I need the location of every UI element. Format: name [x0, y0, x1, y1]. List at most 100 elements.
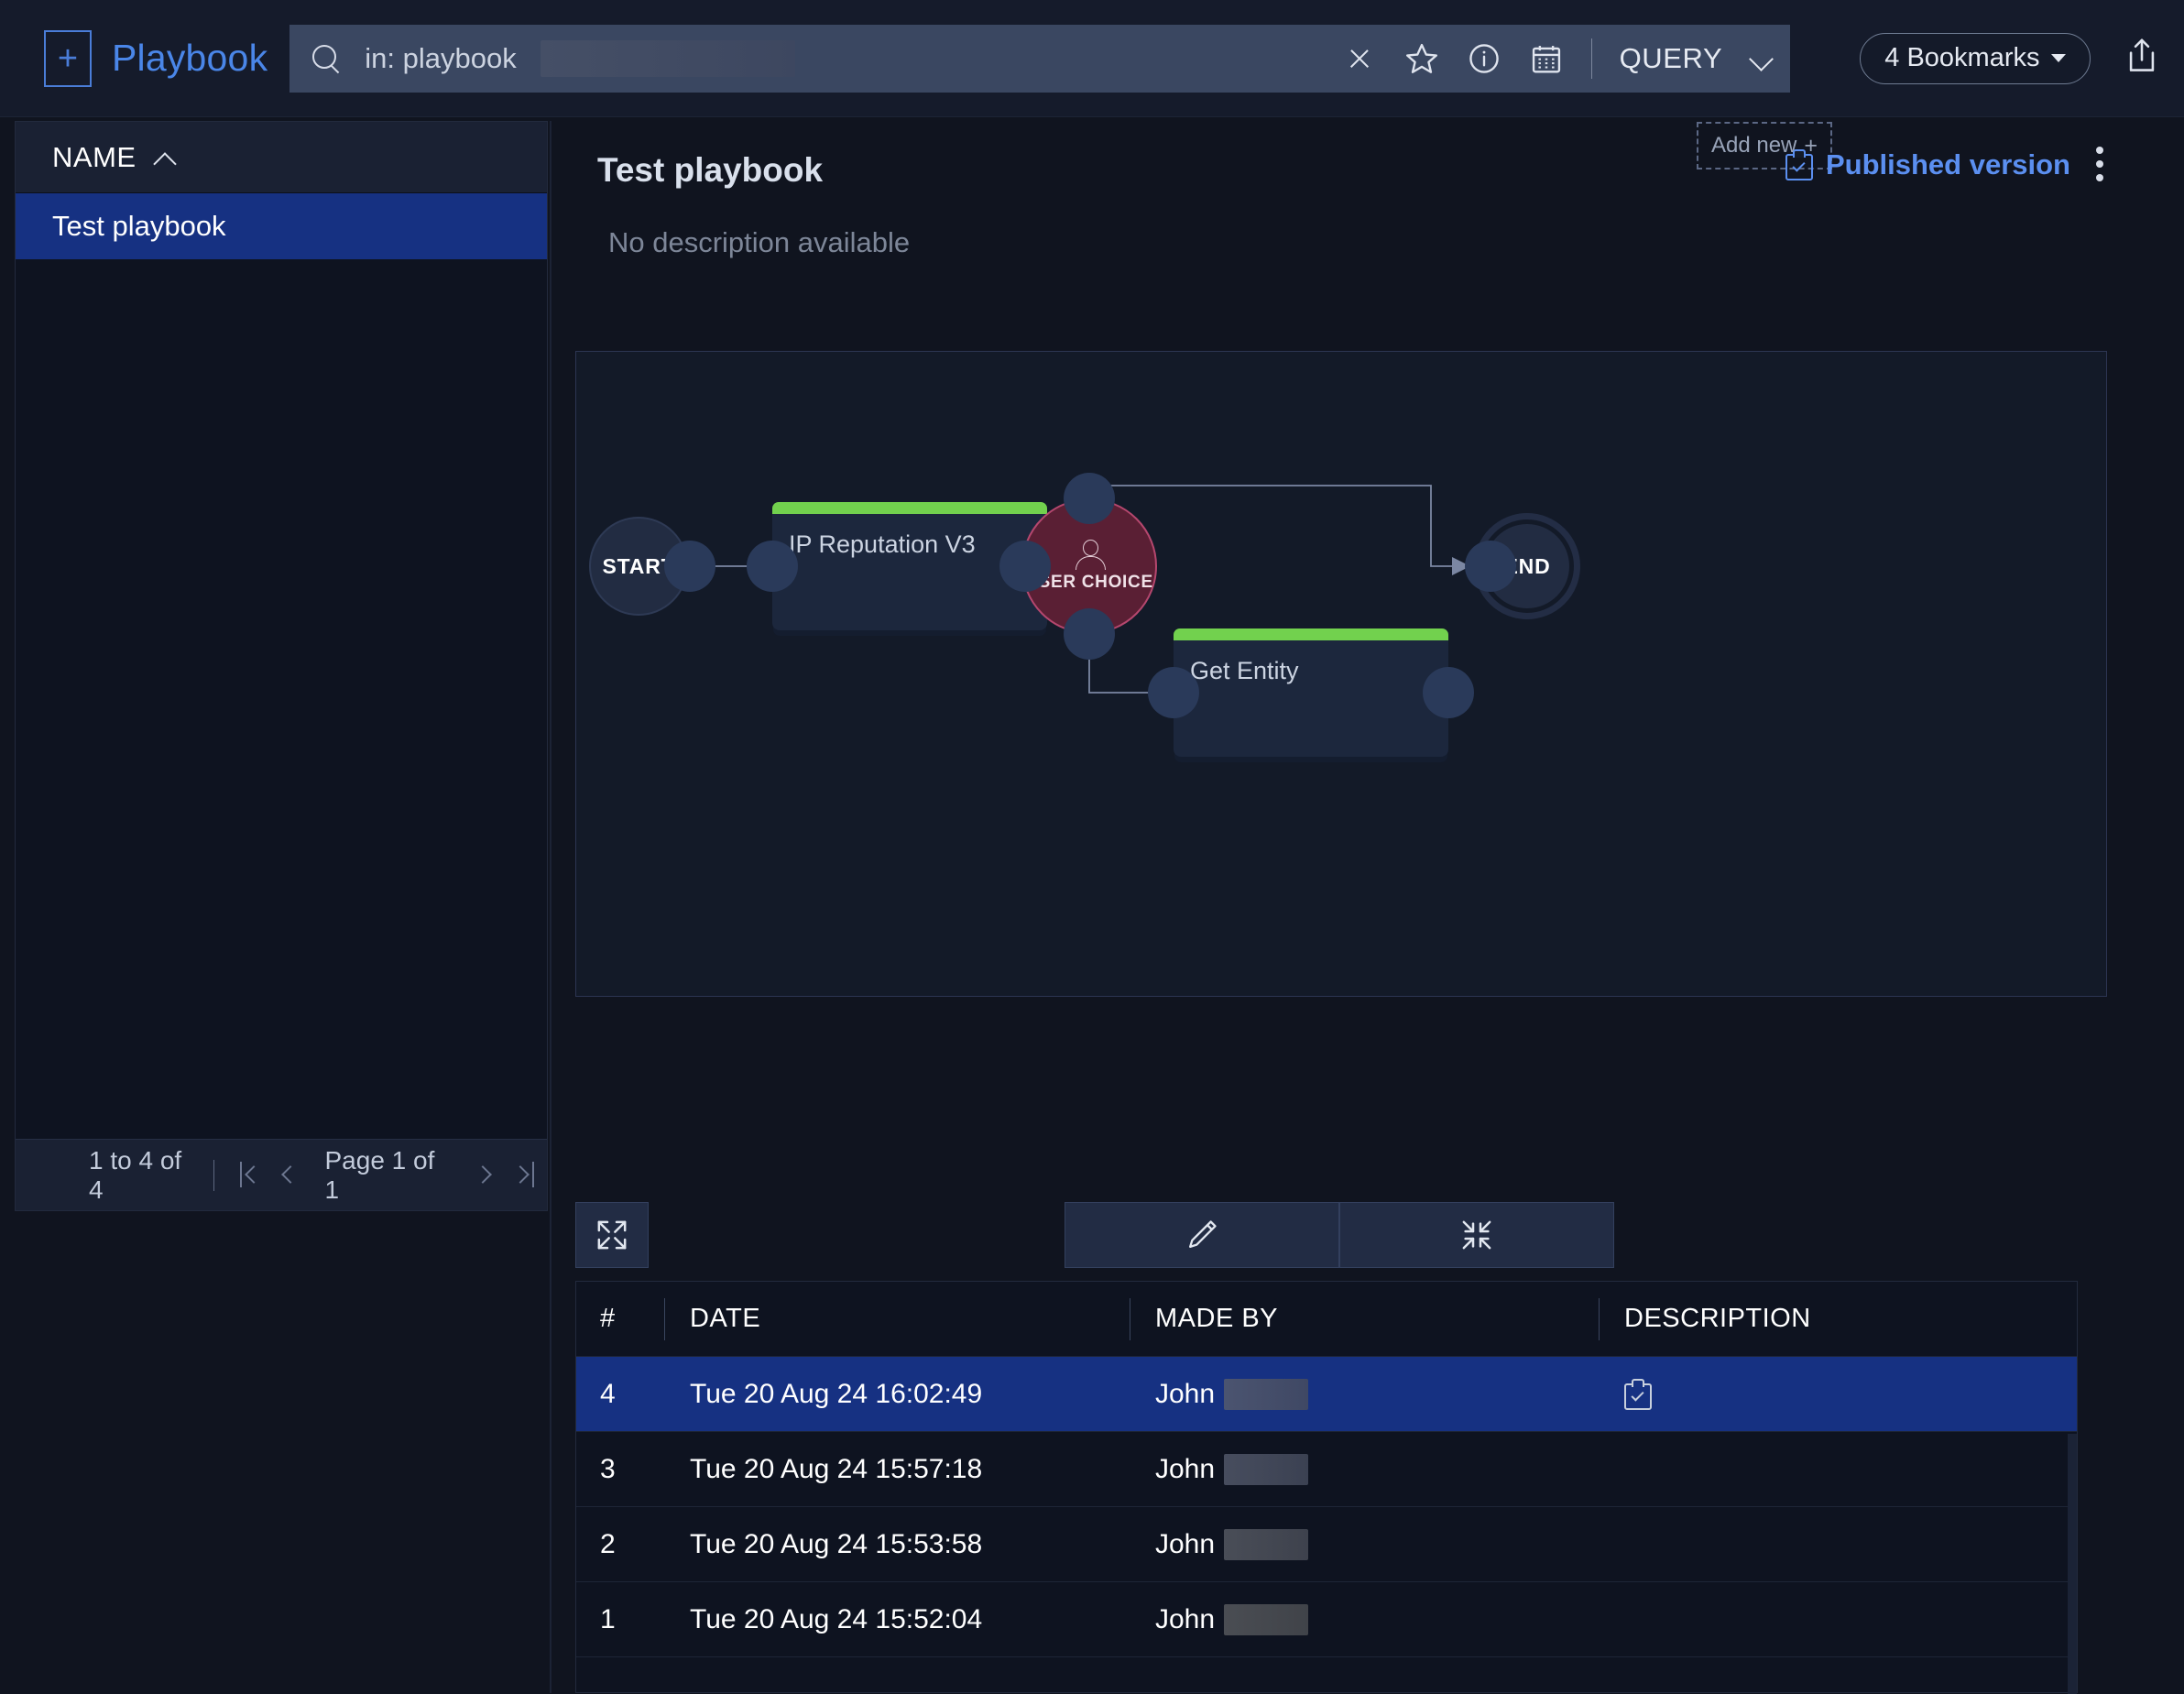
- action-accent-bar: [1174, 628, 1448, 640]
- collapse-canvas-button[interactable]: [1339, 1202, 1614, 1268]
- playbook-list: Test playbook: [16, 193, 547, 1139]
- node-handle-bottom[interactable]: [1064, 608, 1115, 660]
- query-mode-label[interactable]: QUERY: [1620, 42, 1723, 75]
- node-handle-out[interactable]: [1423, 667, 1474, 718]
- search-bar[interactable]: in: playbook QUERY: [289, 24, 1791, 93]
- cell-description: [1599, 1507, 2077, 1581]
- flow-node-start[interactable]: START: [589, 517, 715, 616]
- cell-description: [1599, 1582, 2077, 1656]
- version-history-table: # DATE MADE BY DESCRIPTION 4 Tue 20 Aug …: [575, 1281, 2078, 1694]
- made-by-name: John: [1155, 1603, 1216, 1634]
- divider: [1590, 38, 1592, 79]
- search-prefix: in: playbook: [365, 41, 517, 74]
- pagination-range: 1 to 4 of 4: [89, 1145, 182, 1204]
- sidebar-pagination: 1 to 4 of 4 Page 1 of 1: [16, 1139, 547, 1210]
- search-actions: QUERY: [1342, 38, 1791, 79]
- user-icon: [1073, 540, 1106, 570]
- playbook-flow-canvas[interactable]: START IP Reputation V3 USER CHOICE Get E…: [575, 351, 2107, 997]
- made-by-name: John: [1155, 1378, 1216, 1409]
- canvas-toolbar: [575, 1202, 2107, 1268]
- column-header-made-by[interactable]: MADE BY: [1130, 1282, 1599, 1356]
- column-header-description[interactable]: DESCRIPTION: [1599, 1282, 2077, 1356]
- caret-up-icon[interactable]: [153, 150, 177, 165]
- sidebar-item-label: Test playbook: [52, 210, 226, 242]
- search-icon: [310, 43, 341, 74]
- node-handle-in[interactable]: [1465, 541, 1516, 592]
- collapse-arrows-icon: [1458, 1217, 1495, 1253]
- action-card[interactable]: Get Entity: [1174, 628, 1448, 757]
- cell-num: 3: [600, 1453, 616, 1484]
- table-header: # DATE MADE BY DESCRIPTION: [576, 1282, 2077, 1357]
- redacted-block: [1224, 1603, 1309, 1635]
- top-bar: + Playbook in: playbook QUERY 4 Bookmark…: [0, 0, 2184, 117]
- cell-made-by: John: [1130, 1507, 1599, 1581]
- cell-date: Tue 20 Aug 24 15:53:58: [690, 1528, 983, 1559]
- cell-date: Tue 20 Aug 24 15:52:04: [690, 1603, 983, 1634]
- table-scrollbar[interactable]: [2068, 1434, 2077, 1694]
- plus-icon[interactable]: +: [44, 29, 92, 87]
- playbook-list-panel: NAME Test playbook 1 to 4 of 4 Page 1 of…: [15, 121, 548, 1211]
- top-bar-actions: 4 Bookmarks: [1829, 32, 2184, 84]
- cell-num: 1: [600, 1603, 616, 1634]
- cell-made-by: John: [1130, 1432, 1599, 1506]
- search-input[interactable]: [540, 39, 795, 77]
- expand-arrows-icon: [594, 1217, 630, 1253]
- last-page-icon[interactable]: [507, 1154, 547, 1197]
- node-handle-left[interactable]: [999, 541, 1051, 592]
- next-page-icon[interactable]: [465, 1154, 506, 1197]
- more-vertical-icon[interactable]: [2081, 147, 2118, 187]
- pagination-page: Page 1 of 1: [324, 1145, 435, 1204]
- cell-made-by: John: [1130, 1582, 1599, 1656]
- node-handle-in[interactable]: [747, 541, 798, 592]
- sidebar-header[interactable]: NAME: [16, 122, 547, 193]
- cell-description: [1599, 1357, 2077, 1431]
- node-handle-in[interactable]: [1148, 667, 1199, 718]
- playbook-detail: Test playbook Add new + Published versio…: [561, 121, 2184, 1694]
- node-handle-top[interactable]: [1064, 473, 1115, 524]
- close-icon[interactable]: [1342, 41, 1377, 76]
- bookmarks-button[interactable]: 4 Bookmarks: [1860, 32, 2091, 84]
- pencil-icon: [1184, 1217, 1220, 1253]
- redacted-block: [1224, 1453, 1309, 1485]
- info-icon[interactable]: [1467, 41, 1502, 76]
- flow-node-user-choice[interactable]: USER CHOICE: [999, 473, 1157, 660]
- caret-down-icon: [2050, 54, 2066, 62]
- expand-canvas-button[interactable]: [575, 1202, 649, 1268]
- flow-node-get-entity[interactable]: Get Entity: [1148, 628, 1474, 757]
- sidebar-item-test-playbook[interactable]: Test playbook: [16, 193, 547, 259]
- redacted-block: [1224, 1378, 1309, 1410]
- redacted-block: [1224, 1528, 1309, 1560]
- divider: [213, 1159, 214, 1191]
- table-row[interactable]: 3 Tue 20 Aug 24 15:57:18 John: [576, 1432, 2077, 1507]
- column-header-num[interactable]: #: [576, 1282, 664, 1356]
- action-card-label: Get Entity: [1190, 657, 1299, 684]
- clipboard-check-icon: [1785, 149, 1813, 180]
- published-version-button[interactable]: Published version: [1785, 148, 2070, 181]
- table-row[interactable]: 1 Tue 20 Aug 24 15:52:04 John: [576, 1582, 2077, 1657]
- made-by-name: John: [1155, 1453, 1216, 1484]
- made-by-name: John: [1155, 1528, 1216, 1559]
- sidebar-header-label: NAME: [52, 140, 136, 173]
- table-row[interactable]: 4 Tue 20 Aug 24 16:02:49 John: [576, 1357, 2077, 1432]
- cell-date: Tue 20 Aug 24 15:57:18: [690, 1453, 983, 1484]
- first-page-icon[interactable]: [229, 1154, 269, 1197]
- calendar-icon[interactable]: [1529, 41, 1564, 76]
- playbook-description: No description available: [608, 226, 911, 258]
- prev-page-icon[interactable]: [269, 1154, 310, 1197]
- cell-description: [1599, 1432, 2077, 1506]
- clipboard-check-icon[interactable]: [1624, 1378, 1652, 1410]
- edit-playbook-button[interactable]: [1065, 1202, 1339, 1268]
- cell-num: 2: [600, 1528, 616, 1559]
- star-icon[interactable]: [1404, 41, 1439, 76]
- share-icon[interactable]: [2122, 35, 2162, 82]
- add-new-label: Add new: [1710, 133, 1797, 158]
- flow-node-end[interactable]: END: [1465, 513, 1580, 619]
- action-accent-bar: [772, 502, 1047, 514]
- table-row[interactable]: 2 Tue 20 Aug 24 15:53:58 John: [576, 1507, 2077, 1582]
- node-handle[interactable]: [664, 541, 715, 592]
- cell-date: Tue 20 Aug 24 16:02:49: [690, 1378, 983, 1409]
- column-header-date[interactable]: DATE: [664, 1282, 1130, 1356]
- page-title: Test playbook: [597, 151, 824, 189]
- app-title: Playbook: [112, 37, 268, 79]
- chevron-down-icon[interactable]: [1750, 47, 1774, 71]
